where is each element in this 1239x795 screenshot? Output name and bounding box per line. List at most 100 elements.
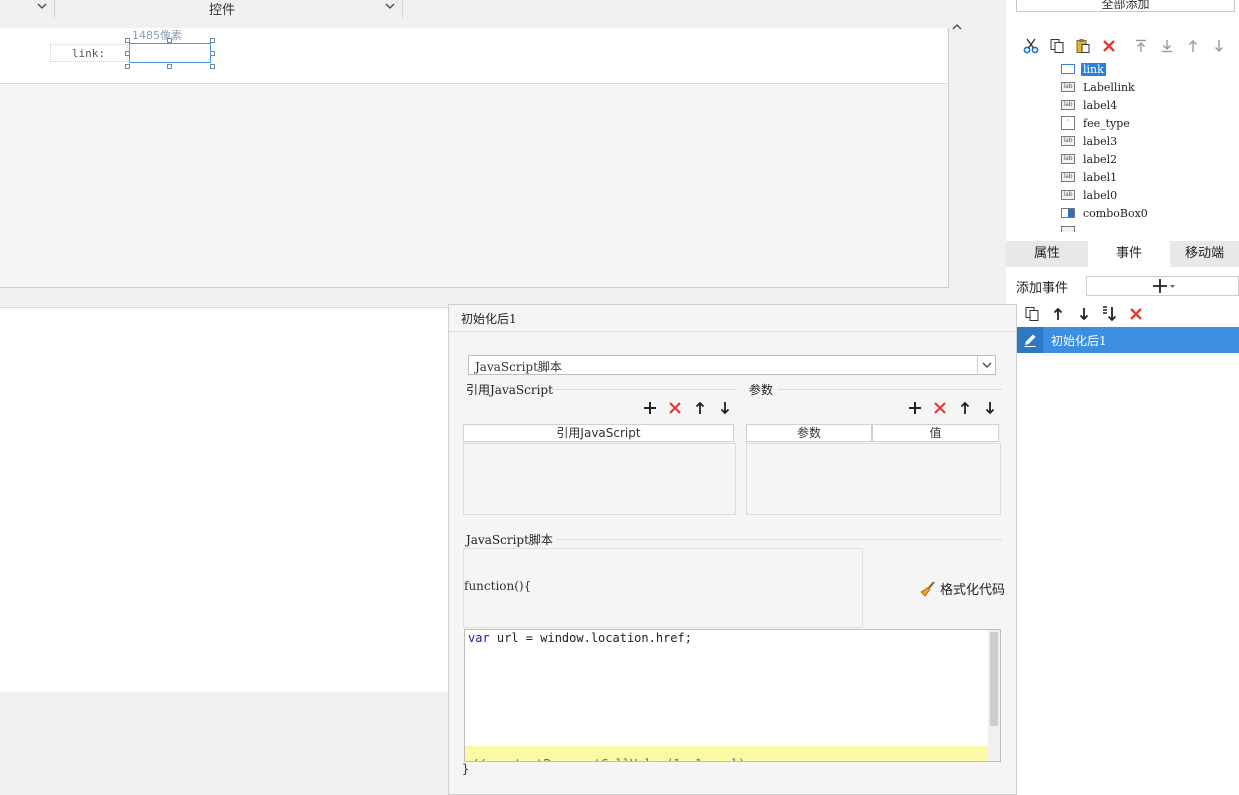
- add-icon[interactable]: [641, 399, 659, 417]
- cut-icon[interactable]: [1021, 36, 1041, 56]
- tree-item-label2[interactable]: lab label2: [1061, 151, 1119, 167]
- move-down-icon[interactable]: [1074, 304, 1094, 324]
- resize-handle[interactable]: [125, 64, 130, 69]
- tree-item-fee-type[interactable]: ◦ fee_type: [1061, 115, 1132, 131]
- param-value-column-header[interactable]: 值: [872, 424, 999, 442]
- event-item-label: 初始化后1: [1051, 334, 1107, 348]
- control-dropdown-label: 控件: [209, 3, 236, 18]
- tree-item-label: label4: [1083, 98, 1118, 112]
- combobox-icon: [1061, 208, 1075, 218]
- resize-handle[interactable]: [210, 51, 215, 56]
- paste-icon[interactable]: [1073, 36, 1093, 56]
- code-keyword: var: [468, 631, 490, 645]
- tree-item-label: Labellink: [1083, 80, 1135, 94]
- tree-item-label1[interactable]: lab label1: [1061, 169, 1119, 185]
- tree-item-label: label3: [1083, 134, 1118, 148]
- chevron-down-icon: [385, 1, 395, 11]
- resize-handle[interactable]: [125, 51, 130, 56]
- edit-icon[interactable]: [1017, 327, 1043, 353]
- tree-item-combobox0[interactable]: comboBox0: [1061, 205, 1150, 221]
- format-code-button[interactable]: 格式化代码: [920, 579, 1005, 598]
- widget-tree: link lab Labellink lab label4 ◦ fee_type…: [1016, 60, 1239, 232]
- delete-icon[interactable]: [666, 399, 684, 417]
- current-line-highlight: // contentPane.setCellValue(1, 1, url);: [465, 746, 989, 761]
- canvas-scrollbar[interactable]: [949, 20, 965, 304]
- delete-icon[interactable]: [1099, 36, 1119, 56]
- top-left-dropdown[interactable]: [0, 0, 55, 18]
- label-icon: lab: [1061, 136, 1075, 146]
- radiogroup-icon: ◦: [1061, 116, 1075, 130]
- label-icon: lab: [1061, 82, 1075, 92]
- code-editor[interactable]: var url = window.location.href; // conte…: [464, 629, 1001, 762]
- event-toolbar: [1016, 304, 1239, 326]
- tree-item-label4[interactable]: lab label4: [1061, 97, 1119, 113]
- move-up-icon[interactable]: [956, 399, 974, 417]
- add-icon[interactable]: [906, 399, 924, 417]
- copy-icon[interactable]: [1047, 36, 1067, 56]
- label-icon: lab: [1061, 100, 1075, 110]
- move-top-icon[interactable]: [1131, 36, 1151, 56]
- event-type-select[interactable]: JavaScript脚本: [468, 355, 996, 375]
- tab-events[interactable]: 事件: [1088, 241, 1170, 267]
- chevron-down-icon[interactable]: [977, 356, 995, 374]
- chevron-up-icon[interactable]: [952, 22, 962, 32]
- resize-handle[interactable]: [167, 64, 172, 69]
- broom-icon: [920, 580, 936, 597]
- tree-item-partial[interactable]: [1061, 223, 1081, 232]
- move-up-icon[interactable]: [1048, 304, 1068, 324]
- resize-handle[interactable]: [125, 38, 130, 43]
- ref-js-group-title: 引用JavaScript: [466, 383, 553, 397]
- move-down-icon[interactable]: [1209, 36, 1229, 56]
- add-all-button[interactable]: 全部添加: [1016, 0, 1235, 12]
- textfield-icon: [1061, 64, 1075, 74]
- delete-icon[interactable]: [1126, 304, 1146, 324]
- move-bottom-icon[interactable]: [1100, 304, 1120, 324]
- divider: [778, 389, 1002, 390]
- widget-tree-toolbar: [1016, 34, 1239, 58]
- copy-icon[interactable]: [1022, 304, 1042, 324]
- event-list-item[interactable]: 初始化后1: [1017, 327, 1239, 353]
- move-down-icon[interactable]: [981, 399, 999, 417]
- resize-handle[interactable]: [210, 64, 215, 69]
- tab-properties[interactable]: 属性: [1006, 241, 1088, 267]
- control-dropdown[interactable]: 控件: [55, 0, 403, 18]
- ref-js-table-body[interactable]: [463, 443, 736, 515]
- tab-mobile[interactable]: 移动端: [1170, 241, 1239, 267]
- event-type-value: JavaScript脚本: [475, 360, 562, 374]
- ref-js-column-header[interactable]: 引用JavaScript: [463, 424, 734, 442]
- panel-tabs: 属性 事件 移动端: [1006, 241, 1239, 267]
- tree-item-label3[interactable]: lab label3: [1061, 133, 1119, 149]
- params-group-title: 参数: [749, 383, 774, 397]
- resize-handle[interactable]: [167, 38, 172, 43]
- plus-icon: [1153, 279, 1177, 293]
- format-code-label: 格式化代码: [940, 583, 1006, 598]
- function-open-text: function(){: [464, 579, 532, 593]
- code-scrollbar[interactable]: [988, 630, 1000, 761]
- move-down-icon[interactable]: [716, 399, 734, 417]
- move-up-icon[interactable]: [691, 399, 709, 417]
- move-up-icon[interactable]: [1183, 36, 1203, 56]
- js-script-group-title: JavaScript脚本: [466, 533, 553, 547]
- params-table-body[interactable]: [746, 443, 1001, 515]
- scrollbar-thumb[interactable]: [990, 632, 998, 726]
- label-icon: lab: [1061, 190, 1075, 200]
- link-input-widget[interactable]: [129, 43, 211, 63]
- pixel-width-hint: 1485像素: [132, 29, 182, 42]
- divider: [449, 331, 1016, 332]
- add-event-button[interactable]: [1086, 276, 1239, 296]
- tree-item-labellink[interactable]: lab Labellink: [1061, 79, 1137, 95]
- chevron-down-icon: [37, 1, 47, 11]
- tree-item-label: label1: [1083, 170, 1118, 184]
- dialog-title: 初始化后1: [461, 312, 517, 326]
- code-text: url = window.location.href;: [489, 631, 692, 645]
- label-icon: lab: [1061, 154, 1075, 164]
- tree-item-link[interactable]: link: [1061, 61, 1106, 77]
- delete-icon[interactable]: [931, 399, 949, 417]
- param-name-column-header[interactable]: 参数: [746, 424, 872, 442]
- link-label-widget[interactable]: link:: [50, 44, 128, 62]
- code-line: var url = window.location.href;: [468, 631, 692, 645]
- function-close-text: }: [462, 762, 470, 776]
- tree-item-label0[interactable]: lab label0: [1061, 187, 1119, 203]
- move-bottom-icon[interactable]: [1157, 36, 1177, 56]
- resize-handle[interactable]: [210, 38, 215, 43]
